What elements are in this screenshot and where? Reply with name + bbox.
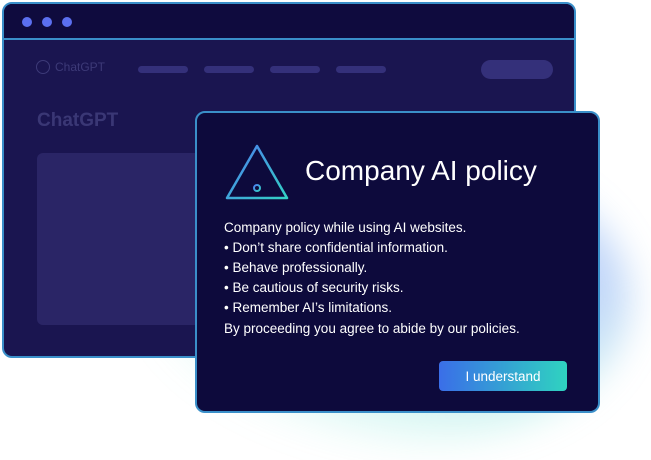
agreement-text: By proceeding you agree to abide by our …: [224, 321, 520, 336]
nav-placeholder: [270, 66, 320, 73]
window-dot-icon: [42, 17, 52, 27]
browser-nav: ChatGPT: [4, 60, 574, 80]
chatgpt-logo: ChatGPT: [36, 60, 105, 74]
nav-placeholder: [138, 66, 188, 73]
policy-rule: • Behave professionally.: [224, 260, 368, 275]
policy-intro: Company policy while using AI websites.: [224, 220, 467, 235]
dialog-body: Company policy while using AI websites. …: [224, 218, 466, 318]
window-dot-icon: [62, 17, 72, 27]
nav-placeholder: [336, 66, 386, 73]
i-understand-button[interactable]: I understand: [439, 361, 567, 391]
browser-titlebar: [4, 4, 574, 40]
policy-rule: • Be cautious of security risks.: [224, 280, 404, 295]
stage: ChatGPT ChatGPT Company AI policy Compan…: [0, 0, 651, 460]
policy-rule: • Remember AI’s limitations.: [224, 300, 393, 315]
browser-heading: ChatGPT: [37, 110, 119, 131]
policy-rule: • Don’t share confidential information.: [224, 240, 448, 255]
policy-dialog: Company AI policy Company policy while u…: [195, 111, 600, 413]
nav-button-placeholder: [481, 60, 553, 79]
logo-text: ChatGPT: [55, 60, 106, 74]
nav-placeholder: [204, 66, 254, 73]
openai-logo-icon: [36, 60, 50, 74]
warning-triangle-icon: [225, 144, 289, 200]
window-dot-icon: [22, 17, 32, 27]
dialog-title: Company AI policy: [305, 155, 537, 186]
